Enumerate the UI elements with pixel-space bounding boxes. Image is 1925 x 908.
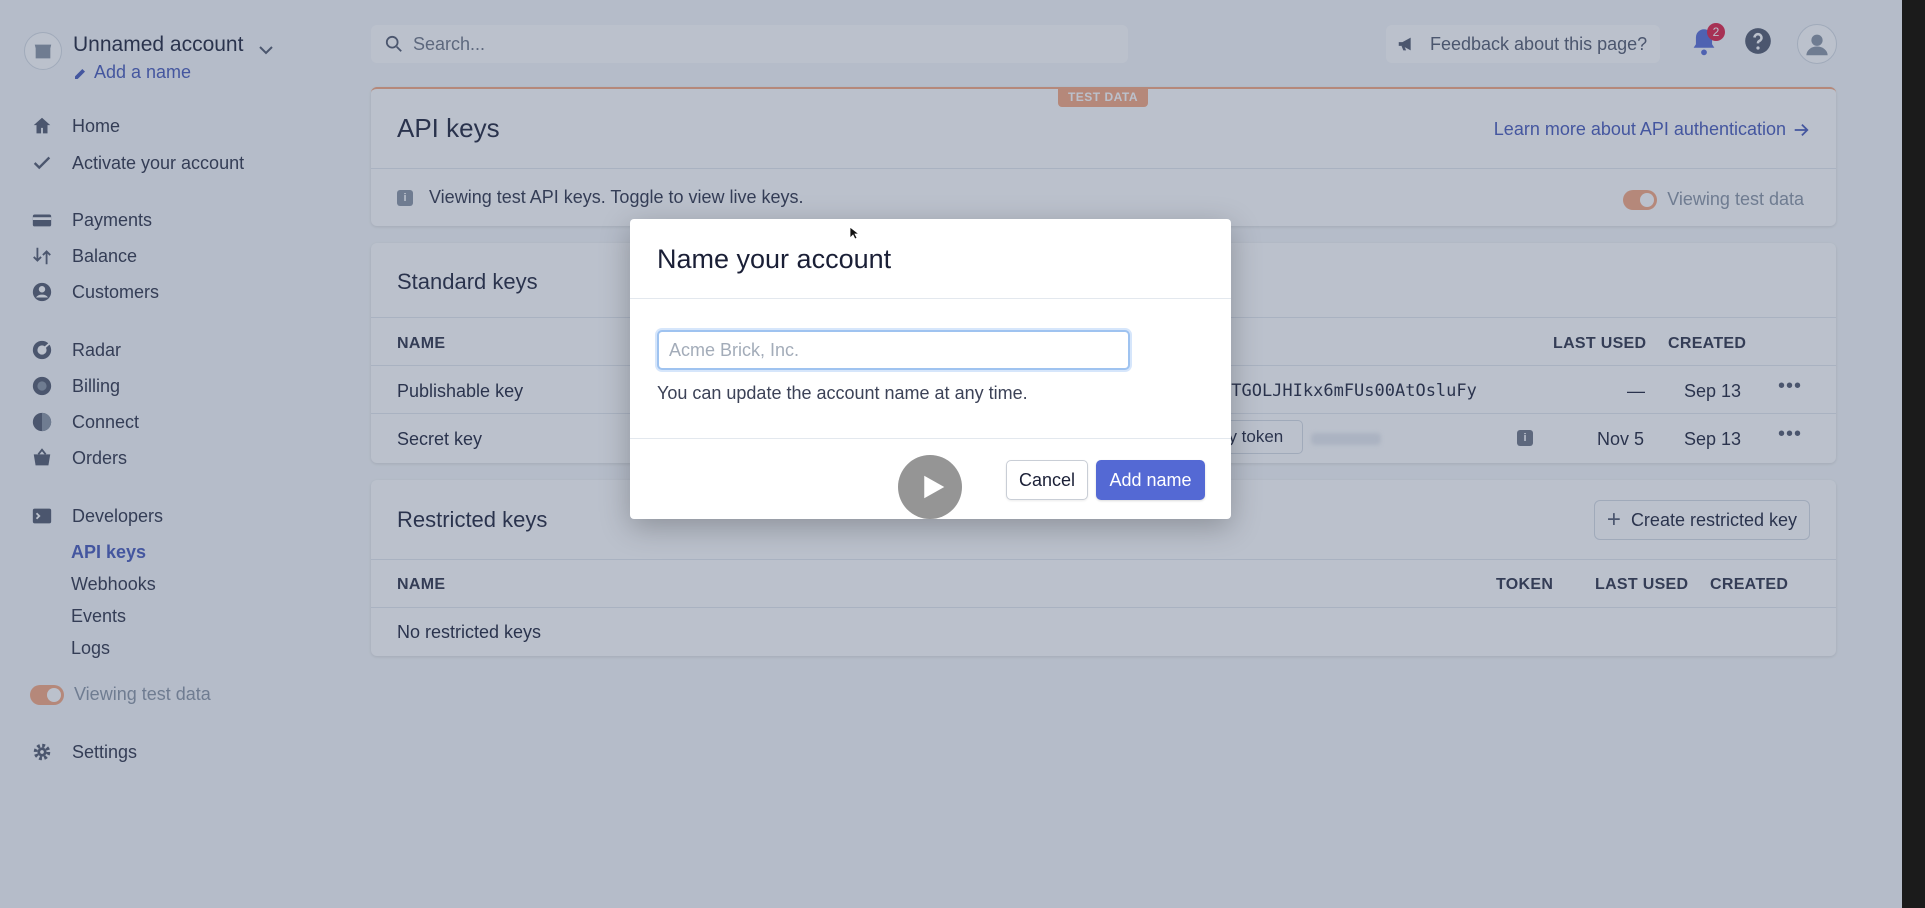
window-edge [1902,0,1925,908]
name-account-dialog: Name your account You can update the acc… [630,219,1231,519]
account-name-input[interactable] [657,330,1130,370]
mouse-cursor-icon [849,226,859,240]
dialog-title: Name your account [657,244,892,274]
cancel-button[interactable]: Cancel [1006,460,1088,500]
divider [630,438,1231,439]
dialog-hint: You can update the account name at any t… [657,383,1028,403]
play-icon[interactable] [898,455,962,519]
add-name-button[interactable]: Add name [1096,460,1205,500]
divider [630,298,1231,299]
